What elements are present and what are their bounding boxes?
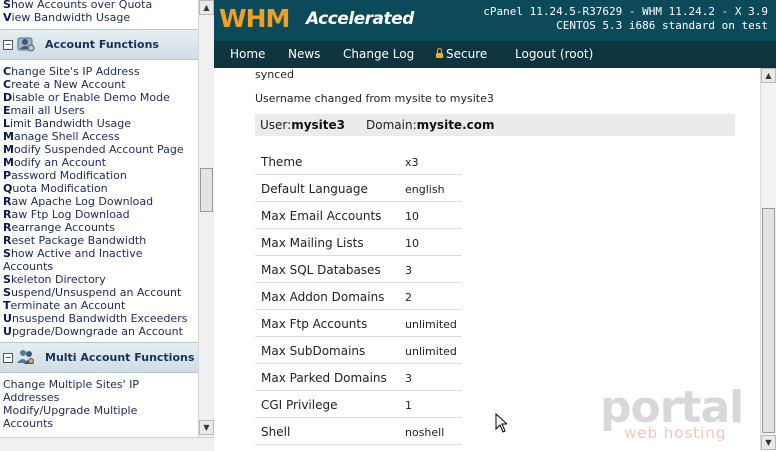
collapse-toggle-icon[interactable]: − [3,40,13,50]
table-row: Theme x3 [255,149,462,175]
table-row: Max SQL Databases 3 [255,257,462,283]
sidebar-link-show-accounts-over-quota[interactable]: Show Accounts over Quota [3,0,152,11]
sidebar-item-account-function[interactable]: Suspend/Unsuspend an Account [3,286,181,299]
nav-secure[interactable]: Secure [436,47,487,61]
property-key: Max Email Accounts [261,209,382,223]
property-key: Theme [261,155,303,169]
property-key: Max Addon Domains [261,290,385,304]
nav-news[interactable]: News [288,47,320,61]
table-row: Max Mailing Lists 10 [255,230,462,256]
sidebar-item-account-function[interactable]: Modify an Account [3,156,106,169]
property-value: 10 [405,237,419,250]
sidebar-item-account-function[interactable]: Email all Users [3,104,85,117]
sidebar-item-account-function[interactable]: Disable or Enable Demo Mode [3,91,170,104]
table-row: Max Addon Domains 2 [255,284,462,310]
multi-account-functions-header[interactable]: − Multi Account Functions [0,342,198,373]
property-value: english [405,183,445,196]
user-gear-icon [17,37,35,52]
main-scroll-thumb[interactable] [762,208,775,433]
property-key: Max Parked Domains [261,371,387,385]
table-row: Shell noshell [255,419,462,445]
table-row: CGI Privilege 1 [255,392,462,418]
property-value: x3 [405,156,419,169]
property-key: Default Language [261,182,368,196]
property-value: 1 [405,399,412,412]
status-message-synced: synced [255,68,295,81]
property-key: Max SQL Databases [261,263,381,277]
sidebar-item-account-function[interactable]: Password Modification [3,169,127,182]
sidebar-item-multi-account-function[interactable]: Change Multiple Sites' IP [3,378,139,391]
mouse-cursor-icon [495,413,507,433]
user-domain-bar: User:mysite3 Domain:mysite.com [255,114,735,136]
scroll-up-icon[interactable]: ▲ [761,68,776,83]
lock-icon [436,48,443,58]
sidebar-item-account-function[interactable]: Unsuspend Bandwidth Exceeders [3,312,187,325]
sidebar-link-view-bandwidth-usage[interactable]: View Bandwidth Usage [3,11,130,24]
table-row: Max Parked Domains 3 [255,365,462,391]
table-row: Max Email Accounts 10 [255,203,462,229]
property-value: 3 [405,372,412,385]
version-info: cPanel 11.24.5-R37629 - WHM 11.24.2 - X … [483,5,768,18]
user-label: User:mysite3 [260,118,345,132]
accelerated-logo-text: Accelerated [306,9,414,29]
main-scrollbar[interactable]: ▲ ▼ [760,68,776,450]
property-value: 3 [405,264,412,277]
property-value: unlimited [405,318,457,331]
property-key: CGI Privilege [261,398,338,412]
sidebar-item-account-function[interactable]: Manage Shell Access [3,130,120,143]
whm-logo: WHM [219,4,290,33]
property-key: Shell [261,425,291,439]
users-gear-icon [17,350,34,364]
sidebar-item-account-function[interactable]: Skeleton Directory [3,273,106,286]
collapse-toggle-icon[interactable]: − [3,353,13,363]
property-key: Max SubDomains [261,344,366,358]
account-functions-header[interactable]: − Account Functions [0,29,198,60]
nav-change-log[interactable]: Change Log [343,47,414,61]
property-key: Max Ftp Accounts [261,317,368,331]
sidebar-item-account-function[interactable]: Modify Suspended Account Page [3,143,184,156]
scroll-up-icon[interactable]: ▲ [199,0,214,15]
sidebar-item-account-function[interactable]: Terminate an Account [3,299,125,312]
sidebar-item-account-function[interactable]: Raw Ftp Log Download [3,208,130,221]
sidebar-item-account-function[interactable]: Accounts [3,260,53,273]
portal-watermark-tagline: web hosting [624,424,727,442]
sidebar-item-account-function[interactable]: Rearrange Accounts [3,221,115,234]
account-functions-title: Account Functions [45,38,159,51]
sidebar-item-account-function[interactable]: Raw Apache Log Download [3,195,153,208]
sidebar-horizontal-scrollbar[interactable] [0,437,214,451]
table-row: Default Language english [255,176,462,202]
os-info: CENTOS 5.3 i686 standard on test [556,19,768,32]
table-row: Max SubDomains unlimited [255,338,462,364]
sidebar-item-account-function[interactable]: Upgrade/Downgrade an Account [3,325,183,338]
multi-account-functions-title: Multi Account Functions [45,351,195,364]
sidebar-item-multi-account-function[interactable]: Addresses [3,391,59,404]
sidebar-item-account-function[interactable]: Limit Bandwidth Usage [3,117,131,130]
property-value: 2 [405,291,412,304]
scroll-down-icon[interactable]: ▼ [199,420,214,435]
scroll-down-icon[interactable]: ▼ [761,435,776,450]
sidebar-item-account-function[interactable]: Create a New Account [3,78,126,91]
header-bar: WHM Accelerated cPanel 11.24.5-R37629 - … [214,0,776,41]
sidebar-item-account-function[interactable]: Reset Package Bandwidth [3,234,146,247]
sidebar-item-multi-account-function[interactable]: Accounts [3,417,53,430]
sidebar-item-account-function[interactable]: Quota Modification [3,182,108,195]
sidebar-scrollbar[interactable]: ▲ ▼ [198,0,214,437]
property-value: 10 [405,210,419,223]
sidebar-item-account-function[interactable]: Change Site's IP Address [3,65,140,78]
sidebar: Show Accounts over Quota View Bandwidth … [0,0,198,437]
domain-label: Domain:mysite.com [366,118,495,132]
sidebar-item-multi-account-function[interactable]: Modify/Upgrade Multiple [3,404,137,417]
property-value: noshell [405,426,445,439]
status-message-username-changed: Username changed from mysite to mysite3 [255,92,494,105]
nav-bar: Home News Change Log Secure Logout (root… [214,41,776,68]
sidebar-scroll-thumb[interactable] [200,168,213,212]
property-value: unlimited [405,345,457,358]
nav-logout[interactable]: Logout (root) [515,47,593,61]
sidebar-item-account-function[interactable]: Show Active and Inactive [3,247,143,260]
nav-home[interactable]: Home [230,47,265,61]
table-row: Max Ftp Accounts unlimited [255,311,462,337]
property-key: Max Mailing Lists [261,236,364,250]
